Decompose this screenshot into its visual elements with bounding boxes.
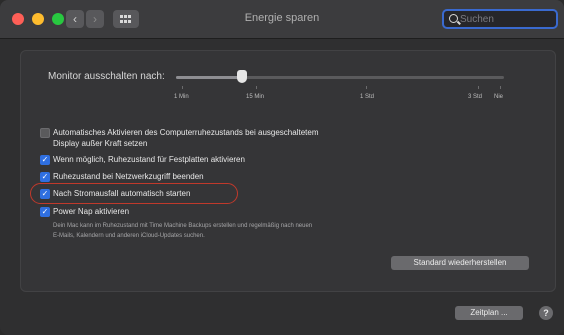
monitor-off-slider-fill: [176, 76, 242, 79]
tick-label-1min: 1 Min: [174, 94, 189, 100]
search-input[interactable]: [460, 12, 554, 26]
tick-label-never: Nie: [494, 94, 504, 100]
power-nap-description-line2: E-Mails, Kalendern und anderen iCloud-Up…: [53, 233, 205, 239]
monitor-off-slider-track[interactable]: [176, 76, 504, 79]
schedule-button[interactable]: Zeitplan ...: [455, 306, 523, 320]
preferences-window: ‹ › Energie sparen Monitor ausschalten n…: [0, 0, 564, 335]
wake-network-access-label: Ruhezustand bei Netzwerkzugriff beenden: [53, 172, 204, 181]
prevent-sleep-display-off-label: Automatisches Aktivieren des Computerruh…: [53, 128, 319, 137]
disk-sleep-checkbox[interactable]: ✓: [40, 155, 50, 165]
tick-mark: [182, 86, 183, 89]
wake-network-access-checkbox[interactable]: ✓: [40, 172, 50, 182]
power-nap-description: Dein Mac kann im Ruhezustand mit Time Ma…: [53, 221, 312, 241]
help-button[interactable]: ?: [539, 306, 553, 320]
power-nap-checkbox[interactable]: ✓: [40, 207, 50, 217]
prevent-sleep-display-off-label-line2: Display außer Kraft setzen: [53, 139, 148, 148]
tick-label-1h: 1 Std: [360, 94, 375, 100]
restore-defaults-button[interactable]: Standard wiederherstellen: [391, 256, 529, 270]
power-nap-label: Power Nap aktivieren: [53, 207, 130, 216]
title-bar: ‹ › Energie sparen: [0, 0, 564, 39]
tick-label-15min: 15 Min: [246, 94, 265, 100]
tick-mark: [500, 86, 501, 89]
tick-mark: [366, 86, 367, 89]
search-field[interactable]: [442, 9, 558, 29]
tick-label-3h: 3 Std: [468, 94, 483, 100]
disk-sleep-label: Wenn möglich, Ruhezustand für Festplatte…: [53, 155, 245, 164]
monitor-off-label: Monitor ausschalten nach:: [48, 71, 165, 82]
prevent-sleep-display-off-checkbox[interactable]: [40, 128, 50, 138]
tick-mark: [256, 86, 257, 89]
tick-mark: [478, 86, 479, 89]
search-icon: [449, 14, 458, 23]
auto-restart-power-failure-label: Nach Stromausfall automatisch starten: [53, 189, 191, 198]
auto-restart-power-failure-checkbox[interactable]: ✓: [40, 189, 50, 199]
power-nap-description-line1: Dein Mac kann im Ruhezustand mit Time Ma…: [53, 223, 313, 229]
monitor-off-slider-thumb[interactable]: [236, 70, 247, 83]
